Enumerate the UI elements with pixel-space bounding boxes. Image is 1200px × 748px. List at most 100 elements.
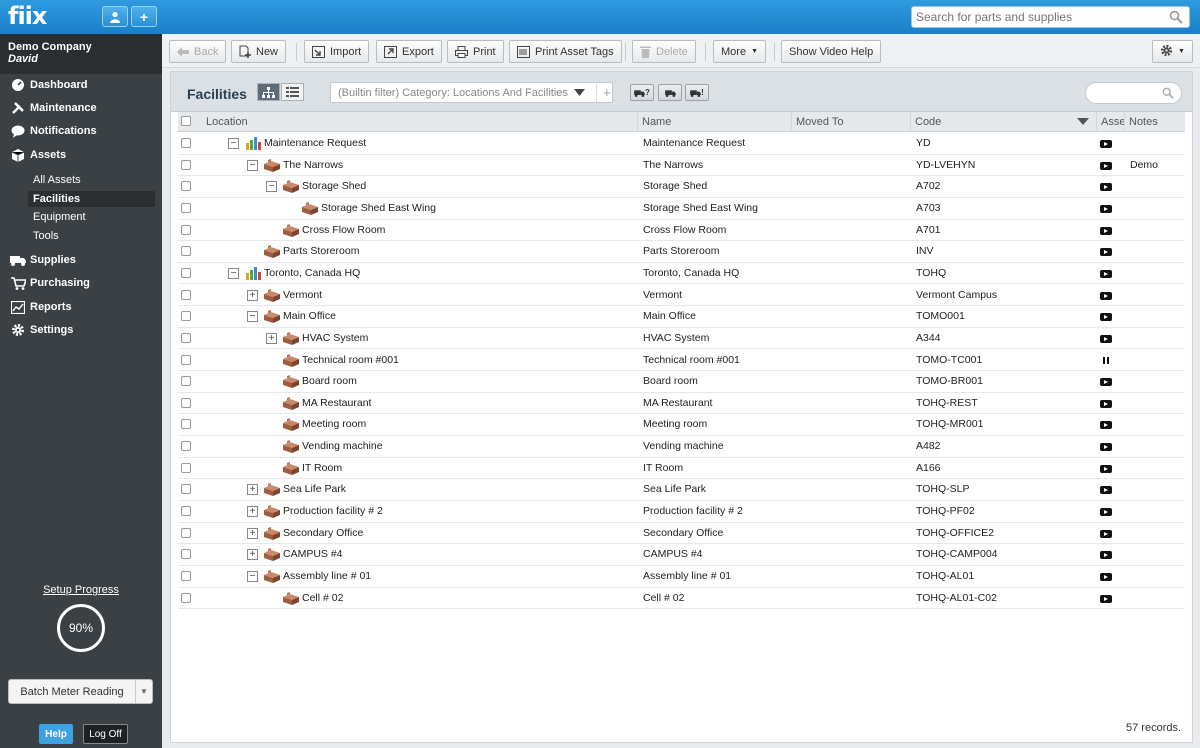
new-button[interactable]: New [231,40,287,63]
asset-online-icon[interactable] [1100,594,1112,603]
table-row[interactable]: − Toronto, Canada HQ Toronto, Canada HQ TOH… [178,263,1185,285]
log-off-button[interactable]: Log Off [83,724,128,744]
cell-location[interactable]: Main Office [283,306,336,327]
cell-location[interactable]: Vending machine [302,436,383,457]
cell-location[interactable]: Meeting room [302,414,366,435]
row-checkbox[interactable] [181,354,191,365]
sub-equipment[interactable]: Equipment [28,209,155,225]
row-checkbox[interactable] [181,462,191,473]
cell-location[interactable]: Vermont [283,285,322,306]
select-all-checkbox[interactable] [181,116,191,126]
asset-online-icon[interactable] [1100,529,1112,538]
nav-reports[interactable]: Reports [10,298,72,316]
column-location[interactable]: Location [202,112,636,132]
help-button[interactable]: Help [39,724,73,744]
expand-toggle[interactable]: + [247,289,258,301]
back-button[interactable]: Back [169,40,227,63]
nav-purchasing[interactable]: Purchasing [10,274,90,292]
row-checkbox[interactable] [181,181,191,192]
settings-menu-button[interactable]: ▼ [1152,40,1193,63]
column-moved-to[interactable]: Moved To [791,112,910,132]
asset-online-icon[interactable] [1100,291,1112,300]
row-checkbox[interactable] [181,419,191,430]
asset-online-icon[interactable] [1100,573,1112,581]
nav-notifications[interactable]: Notifications [10,122,97,140]
cell-location[interactable]: Board room [302,371,357,392]
fiix-logo[interactable]: fiix [8,3,47,29]
nav-dashboard[interactable]: Dashboard [10,76,87,94]
row-checkbox[interactable] [181,246,191,257]
cell-location[interactable]: Storage Shed East Wing [321,198,436,219]
asset-online-icon[interactable] [1100,399,1112,408]
cell-location[interactable]: Sea Life Park [283,479,346,500]
nav-supplies[interactable]: Supplies [10,251,76,269]
asset-online-icon[interactable] [1100,443,1112,452]
table-row[interactable]: IT Room IT Room A166 [178,458,1185,480]
import-button[interactable]: Import [304,40,370,63]
collapse-toggle[interactable]: − [247,571,258,582]
table-row[interactable]: + HVAC System HVAC System A344 [178,328,1185,350]
asset-online-icon[interactable] [1100,378,1112,387]
user-button[interactable] [102,6,128,27]
expand-toggle[interactable]: + [247,549,258,561]
row-checkbox[interactable] [181,571,191,581]
row-checkbox[interactable] [181,159,191,170]
cell-location[interactable]: Assembly line # 01 [283,566,371,587]
sub-facilities[interactable]: Facilities [28,191,155,207]
collapse-toggle[interactable]: − [247,311,258,323]
batch-meter-reading[interactable]: Batch Meter Reading ▼ [8,679,153,704]
asset-online-icon[interactable] [1100,248,1112,257]
sub-all-assets[interactable]: All Assets [28,172,155,188]
cell-location[interactable]: IT Room [302,458,342,479]
asset-online-icon[interactable] [1100,269,1112,278]
cell-location[interactable]: Production facility # 2 [283,501,383,522]
column-code[interactable]: Code [910,112,1096,132]
cell-location[interactable]: HVAC System [302,328,368,349]
search-icon[interactable] [1169,10,1183,24]
row-checkbox[interactable] [181,311,191,322]
asset-online-icon[interactable] [1100,183,1112,192]
add-button[interactable]: + [131,6,157,27]
cell-location[interactable]: Cross Flow Room [302,220,385,241]
nav-settings[interactable]: Settings [10,321,73,339]
row-checkbox[interactable] [181,289,191,300]
column-name[interactable]: Name [637,112,791,132]
panel-search[interactable] [1085,82,1182,104]
asset-online-icon[interactable] [1100,421,1112,430]
cell-location[interactable]: CAMPUS #4 [283,544,343,565]
show-video-help-button[interactable]: Show Video Help [781,40,882,63]
asset-paused-icon[interactable] [1103,356,1110,364]
row-checkbox[interactable] [181,202,191,213]
delete-button[interactable]: Delete [632,40,696,63]
table-row[interactable]: MA Restaurant MA Restaurant TOHQ-REST [178,393,1185,415]
nav-assets[interactable]: Assets [10,146,66,164]
cell-location[interactable]: Storage Shed [302,176,366,197]
table-row[interactable]: Storage Shed East Wing Storage Shed East … [178,198,1185,220]
truck-alert-button[interactable]: ! [685,84,709,101]
collapse-toggle[interactable]: − [228,138,239,149]
expand-toggle[interactable]: + [266,332,277,344]
asset-online-icon[interactable] [1100,161,1112,170]
asset-online-icon[interactable] [1100,334,1112,343]
cell-location[interactable]: Cell # 02 [302,588,343,609]
expand-toggle[interactable]: + [247,506,258,518]
expand-toggle[interactable]: + [247,527,258,539]
row-checkbox[interactable] [181,592,191,603]
print-asset-tags-button[interactable]: Print Asset Tags [509,40,622,63]
column-asset[interactable]: Asset [1096,112,1124,132]
table-row[interactable]: Meeting room Meeting room TOHQ-MR001 [178,414,1185,437]
print-button[interactable]: Print [447,40,504,63]
truck-question-button[interactable]: ? [630,84,654,101]
table-row[interactable]: Technical room #001 Technical room #001 TO… [178,350,1185,372]
row-checkbox[interactable] [181,484,191,495]
sort-desc-icon[interactable] [1077,118,1089,125]
caret-down-icon[interactable] [574,89,585,96]
row-checkbox[interactable] [181,138,191,148]
add-filter-button[interactable]: + [596,84,611,102]
row-checkbox[interactable] [181,224,191,235]
cell-location[interactable]: MA Restaurant [302,393,371,414]
table-row[interactable]: Cell # 02 Cell # 02 TOHQ-AL01-C02 [178,588,1185,610]
collapse-toggle[interactable]: − [247,159,258,171]
table-row[interactable]: Board room Board room TOMO-BR001 [178,371,1185,393]
table-row[interactable]: + Secondary Office Secondary Office TOHQ-OF… [178,523,1185,545]
